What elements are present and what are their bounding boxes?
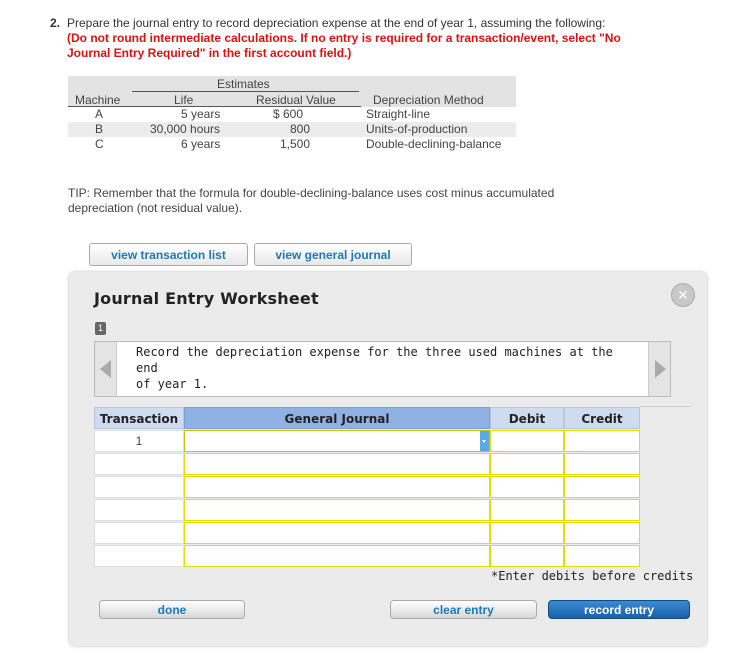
life-cell: 6 years — [181, 137, 221, 151]
credit-input[interactable] — [564, 453, 640, 475]
question-note-line1: (Do not round intermediate calculations.… — [67, 31, 621, 45]
transaction-cell: 1 — [94, 430, 184, 452]
col-header-life: Life — [174, 93, 194, 107]
enter-debits-note: *Enter debits before credits — [491, 569, 694, 583]
record-entry-button[interactable]: record entry — [548, 600, 690, 619]
worksheet-title: Journal Entry Worksheet — [94, 289, 319, 308]
debit-input[interactable] — [490, 476, 564, 498]
account-select[interactable] — [184, 453, 490, 475]
account-select[interactable] — [184, 545, 490, 567]
instruction-text: Record the depreciation expense for the … — [136, 344, 636, 392]
debit-input[interactable] — [490, 522, 564, 544]
view-transaction-list-button[interactable]: view transaction list — [89, 243, 248, 266]
debit-input[interactable] — [490, 453, 564, 475]
step-badge: 1 — [95, 322, 106, 335]
machine-cell: A — [95, 107, 104, 121]
question-note-line2: Journal Entry Required" in the first acc… — [67, 46, 352, 60]
clear-entry-button[interactable]: clear entry — [390, 600, 537, 619]
credit-input[interactable] — [564, 499, 640, 521]
transaction-cell — [94, 453, 184, 475]
transaction-cell — [94, 476, 184, 498]
machine-cell: B — [95, 122, 104, 136]
col-header-machine: Machine — [75, 93, 121, 107]
col-header-transaction: Transaction — [94, 407, 184, 429]
credit-input[interactable] — [564, 545, 640, 567]
residual-cell: 1,500 — [280, 137, 311, 151]
estimates-group-header: Estimates — [217, 77, 270, 91]
debit-input[interactable] — [490, 499, 564, 521]
machine-cell: C — [95, 137, 104, 151]
debit-input[interactable] — [490, 430, 564, 452]
residual-cell: 800 — [290, 122, 311, 136]
col-header-residual: Residual Value — [256, 93, 336, 107]
col-header-method: Depreciation Method — [373, 93, 484, 107]
col-header-debit: Debit — [490, 407, 564, 429]
account-select[interactable] — [184, 499, 490, 521]
close-icon[interactable]: ✕ — [671, 283, 695, 307]
question-note: (Do not round intermediate calculations.… — [67, 31, 707, 61]
tip-line1: TIP: Remember that the formula for doubl… — [68, 186, 555, 200]
residual-cell: $ 600 — [273, 107, 304, 121]
view-general-journal-button[interactable]: view general journal — [254, 243, 412, 266]
question-text: Prepare the journal entry to record depr… — [67, 16, 606, 30]
instruction-line2: of year 1. — [136, 377, 209, 391]
divider — [640, 406, 690, 407]
life-cell: 5 years — [181, 107, 221, 121]
col-header-credit: Credit — [564, 407, 640, 429]
method-cell: Straight-line — [366, 107, 431, 121]
method-cell: Double-declining-balance — [366, 137, 502, 151]
life-cell: 30,000 hours — [150, 122, 221, 136]
tip-line2: depreciation (not residual value). — [68, 201, 243, 215]
account-select[interactable] — [184, 476, 490, 498]
credit-input[interactable] — [564, 476, 640, 498]
instruction-line1: Record the depreciation expense for the … — [136, 345, 613, 375]
done-button[interactable]: done — [99, 600, 245, 619]
debit-input[interactable] — [490, 545, 564, 567]
transaction-cell — [94, 545, 184, 567]
credit-input[interactable] — [564, 430, 640, 452]
account-select[interactable] — [184, 430, 490, 452]
chevron-down-icon[interactable] — [480, 431, 489, 451]
credit-input[interactable] — [564, 522, 640, 544]
col-header-general-journal: General Journal — [184, 407, 490, 429]
account-select[interactable] — [184, 522, 490, 544]
previous-arrow-icon[interactable] — [95, 342, 117, 396]
method-cell: Units-of-production — [366, 122, 468, 136]
question-number: 2. — [50, 16, 61, 30]
transaction-cell — [94, 499, 184, 521]
tip-text: TIP: Remember that the formula for doubl… — [68, 186, 628, 216]
transaction-cell — [94, 522, 184, 544]
next-arrow-icon[interactable] — [648, 342, 670, 396]
